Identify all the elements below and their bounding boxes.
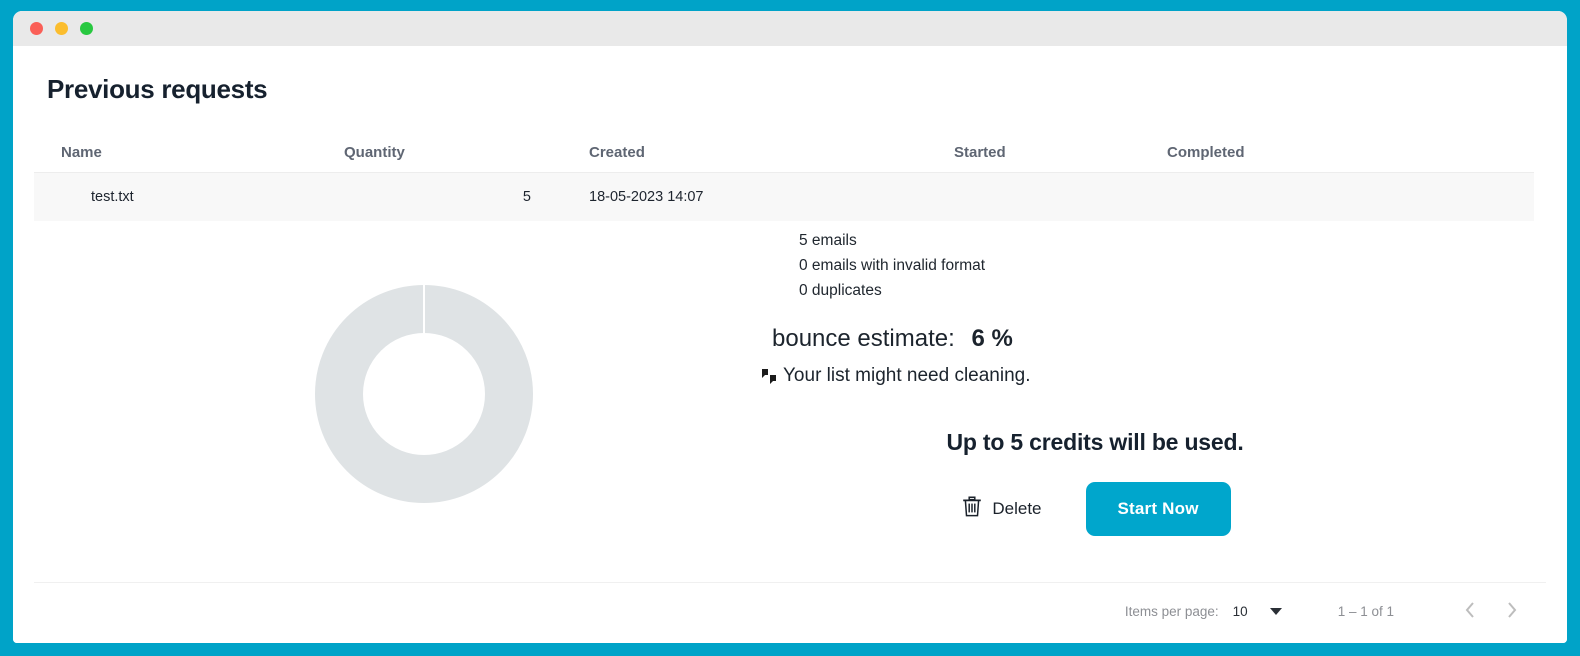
previous-page-button[interactable]: [1449, 590, 1491, 632]
app-window: Previous requests Name Quantity Created …: [0, 0, 1580, 656]
items-per-page-value: 10: [1232, 603, 1248, 619]
column-header-created[interactable]: Created: [589, 144, 954, 161]
chart-area: [34, 221, 754, 566]
cell-quantity: 5: [522, 189, 531, 205]
request-detail-panel: 5 emails 0 emails with invalid format 0 …: [34, 221, 1546, 566]
table-row[interactable]: test.txt 5 18-05-2023 14:07: [34, 172, 1534, 221]
minimize-window-button[interactable]: [55, 22, 68, 35]
delete-button[interactable]: Delete: [957, 489, 1045, 530]
cell-created: 18-05-2023 14:07: [589, 189, 704, 205]
paginator: Items per page: 10 1 – 1 of 1: [1125, 585, 1533, 637]
stat-invalid-emails: 0 emails with invalid format: [799, 256, 986, 274]
detail-actions: Delete Start Now: [754, 482, 1546, 537]
paginator-divider: [34, 582, 1546, 583]
bounce-estimate-label: bounce estimate:: [772, 325, 955, 353]
trash-icon: [961, 495, 983, 524]
next-page-button[interactable]: [1491, 590, 1533, 632]
page-content: Previous requests Name Quantity Created …: [13, 46, 1567, 643]
credits-note: Up to 5 credits will be used.: [946, 429, 1244, 456]
window-titlebar: [13, 11, 1567, 46]
previous-requests-table: Name Quantity Created Started Completed …: [34, 132, 1534, 221]
request-info: 5 emails 0 emails with invalid format 0 …: [754, 221, 1546, 566]
email-breakdown-donut-chart: [313, 283, 535, 505]
close-window-button[interactable]: [30, 22, 43, 35]
cleaning-note-text: Your list might need cleaning.: [783, 365, 1031, 387]
broom-icon: [759, 366, 781, 386]
delete-button-label: Delete: [992, 499, 1042, 519]
page-title: Previous requests: [47, 74, 268, 104]
column-header-quantity[interactable]: Quantity: [344, 144, 589, 161]
page-range-label: 1 – 1 of 1: [1337, 603, 1394, 619]
chevron-left-icon: [1462, 599, 1478, 624]
column-header-completed[interactable]: Completed: [1167, 144, 1467, 161]
chevron-down-icon: [1269, 607, 1282, 615]
window-inner: Previous requests Name Quantity Created …: [13, 11, 1567, 643]
stat-total-emails: 5 emails: [799, 232, 857, 249]
column-header-name[interactable]: Name: [34, 144, 344, 161]
donut-svg: [315, 284, 533, 503]
items-per-page-label: Items per page:: [1124, 603, 1219, 619]
email-stats: 5 emails 0 emails with invalid format 0 …: [754, 229, 1546, 303]
bounce-estimate: bounce estimate: 6 %: [754, 325, 1546, 353]
cleaning-note: Your list might need cleaning.: [754, 365, 1546, 387]
chevron-right-icon: [1504, 599, 1520, 624]
cell-name: test.txt: [91, 189, 134, 205]
maximize-window-button[interactable]: [80, 22, 93, 35]
start-now-button[interactable]: Start Now: [1085, 482, 1231, 537]
stat-duplicates: 0 duplicates: [799, 281, 882, 299]
column-header-started[interactable]: Started: [954, 144, 1167, 161]
table-header-row: Name Quantity Created Started Completed: [34, 132, 1534, 172]
bounce-estimate-value: 6 %: [971, 325, 1013, 353]
items-per-page-select[interactable]: 10: [1233, 604, 1282, 619]
